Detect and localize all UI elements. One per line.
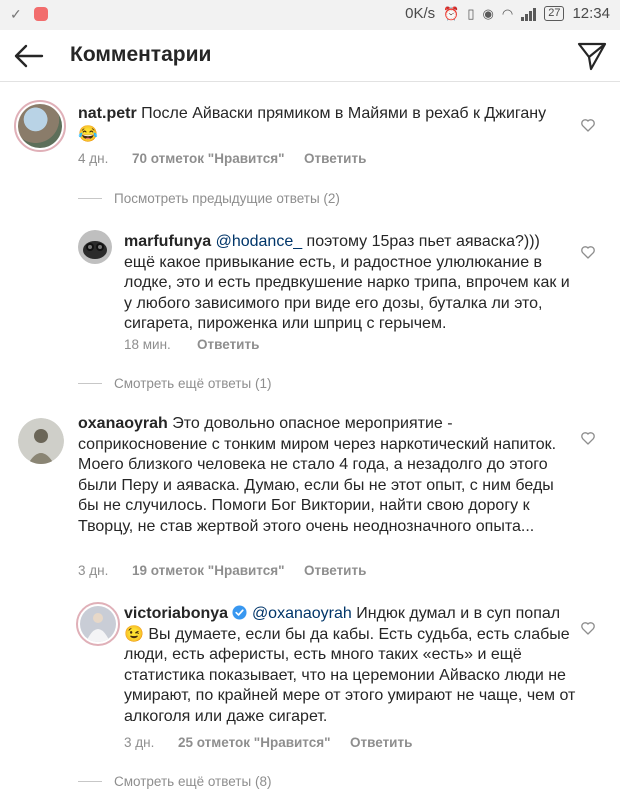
comment-username[interactable]: victoriabonya	[124, 605, 228, 622]
likes-count[interactable]: 19 отметок "Нравится"	[132, 563, 304, 578]
signal-icon	[521, 7, 537, 21]
comment-text: После Айваски прямиком в Майями в рехаб …	[78, 105, 547, 143]
comment-meta: 3 дн. 25 отметок "Нравится" Ответить	[124, 735, 412, 750]
battery-level: 27	[544, 6, 565, 21]
thread-line	[78, 383, 102, 384]
reply-button[interactable]: Ответить	[304, 563, 366, 578]
heart-icon[interactable]	[580, 620, 596, 636]
comment-username[interactable]: oxanaoyrah	[78, 415, 168, 432]
alarm-icon: ⏰	[443, 5, 460, 21]
heart-icon[interactable]	[580, 117, 596, 133]
comment-meta: 3 дн. 19 отметок "Нравится" Ответить	[78, 563, 366, 578]
verified-badge-icon	[232, 605, 248, 620]
page-title: Комментарии	[70, 43, 212, 66]
app-header: Комментарии	[0, 30, 620, 82]
comment-oxanaoyrah: oxanaoyrah Это довольно опасное мероприя…	[78, 414, 570, 537]
comment-text: Это довольно опасное мероприятие - сопри…	[78, 415, 557, 535]
thread-line	[78, 781, 102, 782]
view-more-replies[interactable]: Смотреть ещё ответы (8)	[78, 774, 271, 789]
avatar-oxanaoyrah[interactable]	[18, 418, 64, 464]
comment-time: 4 дн.	[78, 151, 109, 166]
comment-marfufunya: marfufunya @hodance_ поэтому 15раз пьет …	[124, 232, 572, 335]
comment-username[interactable]: marfufunya	[124, 233, 211, 250]
comment-time: 18 мин.	[124, 337, 171, 352]
instagram-notification-icon	[34, 7, 48, 21]
mention-link[interactable]: @hodance_	[216, 233, 303, 250]
avatar-victoriabonya[interactable]	[76, 602, 120, 646]
reply-button[interactable]: Ответить	[197, 337, 259, 352]
more-replies-label: Смотреть ещё ответы (1)	[114, 376, 272, 391]
network-speed: 0K/s	[405, 5, 436, 22]
reply-button[interactable]: Ответить	[350, 735, 412, 750]
thread-line	[78, 198, 102, 199]
comment-username[interactable]: nat.petr	[78, 105, 137, 122]
view-previous-replies[interactable]: Посмотреть предыдущие ответы (2)	[78, 191, 340, 206]
likes-count[interactable]: 70 отметок "Нравится"	[132, 151, 304, 166]
heart-icon[interactable]	[580, 244, 596, 260]
status-bar: ✓ 0K/s ⏰ ▯ ◉ ◠ 27 12:34	[0, 0, 620, 30]
view-more-replies[interactable]: Смотреть ещё ответы (1)	[78, 376, 271, 391]
wifi-icon: ◠	[501, 5, 514, 21]
back-arrow-icon[interactable]	[10, 38, 46, 74]
eye-icon: ◉	[482, 5, 494, 21]
avatar-nat-petr[interactable]	[14, 100, 66, 152]
more-replies-label: Смотреть ещё ответы (8)	[114, 774, 272, 789]
mention-link[interactable]: @oxanaoyrah	[252, 605, 352, 622]
comment-time: 3 дн.	[124, 735, 155, 750]
clock: 12:34	[572, 5, 610, 22]
reply-button[interactable]: Ответить	[304, 151, 366, 166]
likes-count[interactable]: 25 отметок "Нравится"	[178, 735, 350, 750]
direct-send-icon[interactable]	[576, 40, 608, 72]
vibrate-icon: ▯	[467, 5, 475, 21]
avatar-marfufunya[interactable]	[78, 230, 112, 264]
comment-text: Индюк думал и в суп попал 😉 Вы думаете, …	[124, 605, 576, 725]
comment-victoriabonya: victoriabonya @oxanaoyrah Индюк думал и …	[124, 604, 576, 727]
comment-time: 3 дн.	[78, 563, 109, 578]
comment-nat-petr: nat.petr После Айваски прямиком в Майями…	[78, 104, 558, 145]
check-icon: ✓	[10, 6, 22, 22]
comment-meta: 18 мин. Ответить	[124, 337, 259, 352]
heart-icon[interactable]	[580, 430, 596, 446]
comment-meta: 4 дн. 70 отметок "Нравится" Ответить	[78, 151, 366, 166]
previous-replies-label: Посмотреть предыдущие ответы (2)	[114, 191, 340, 206]
